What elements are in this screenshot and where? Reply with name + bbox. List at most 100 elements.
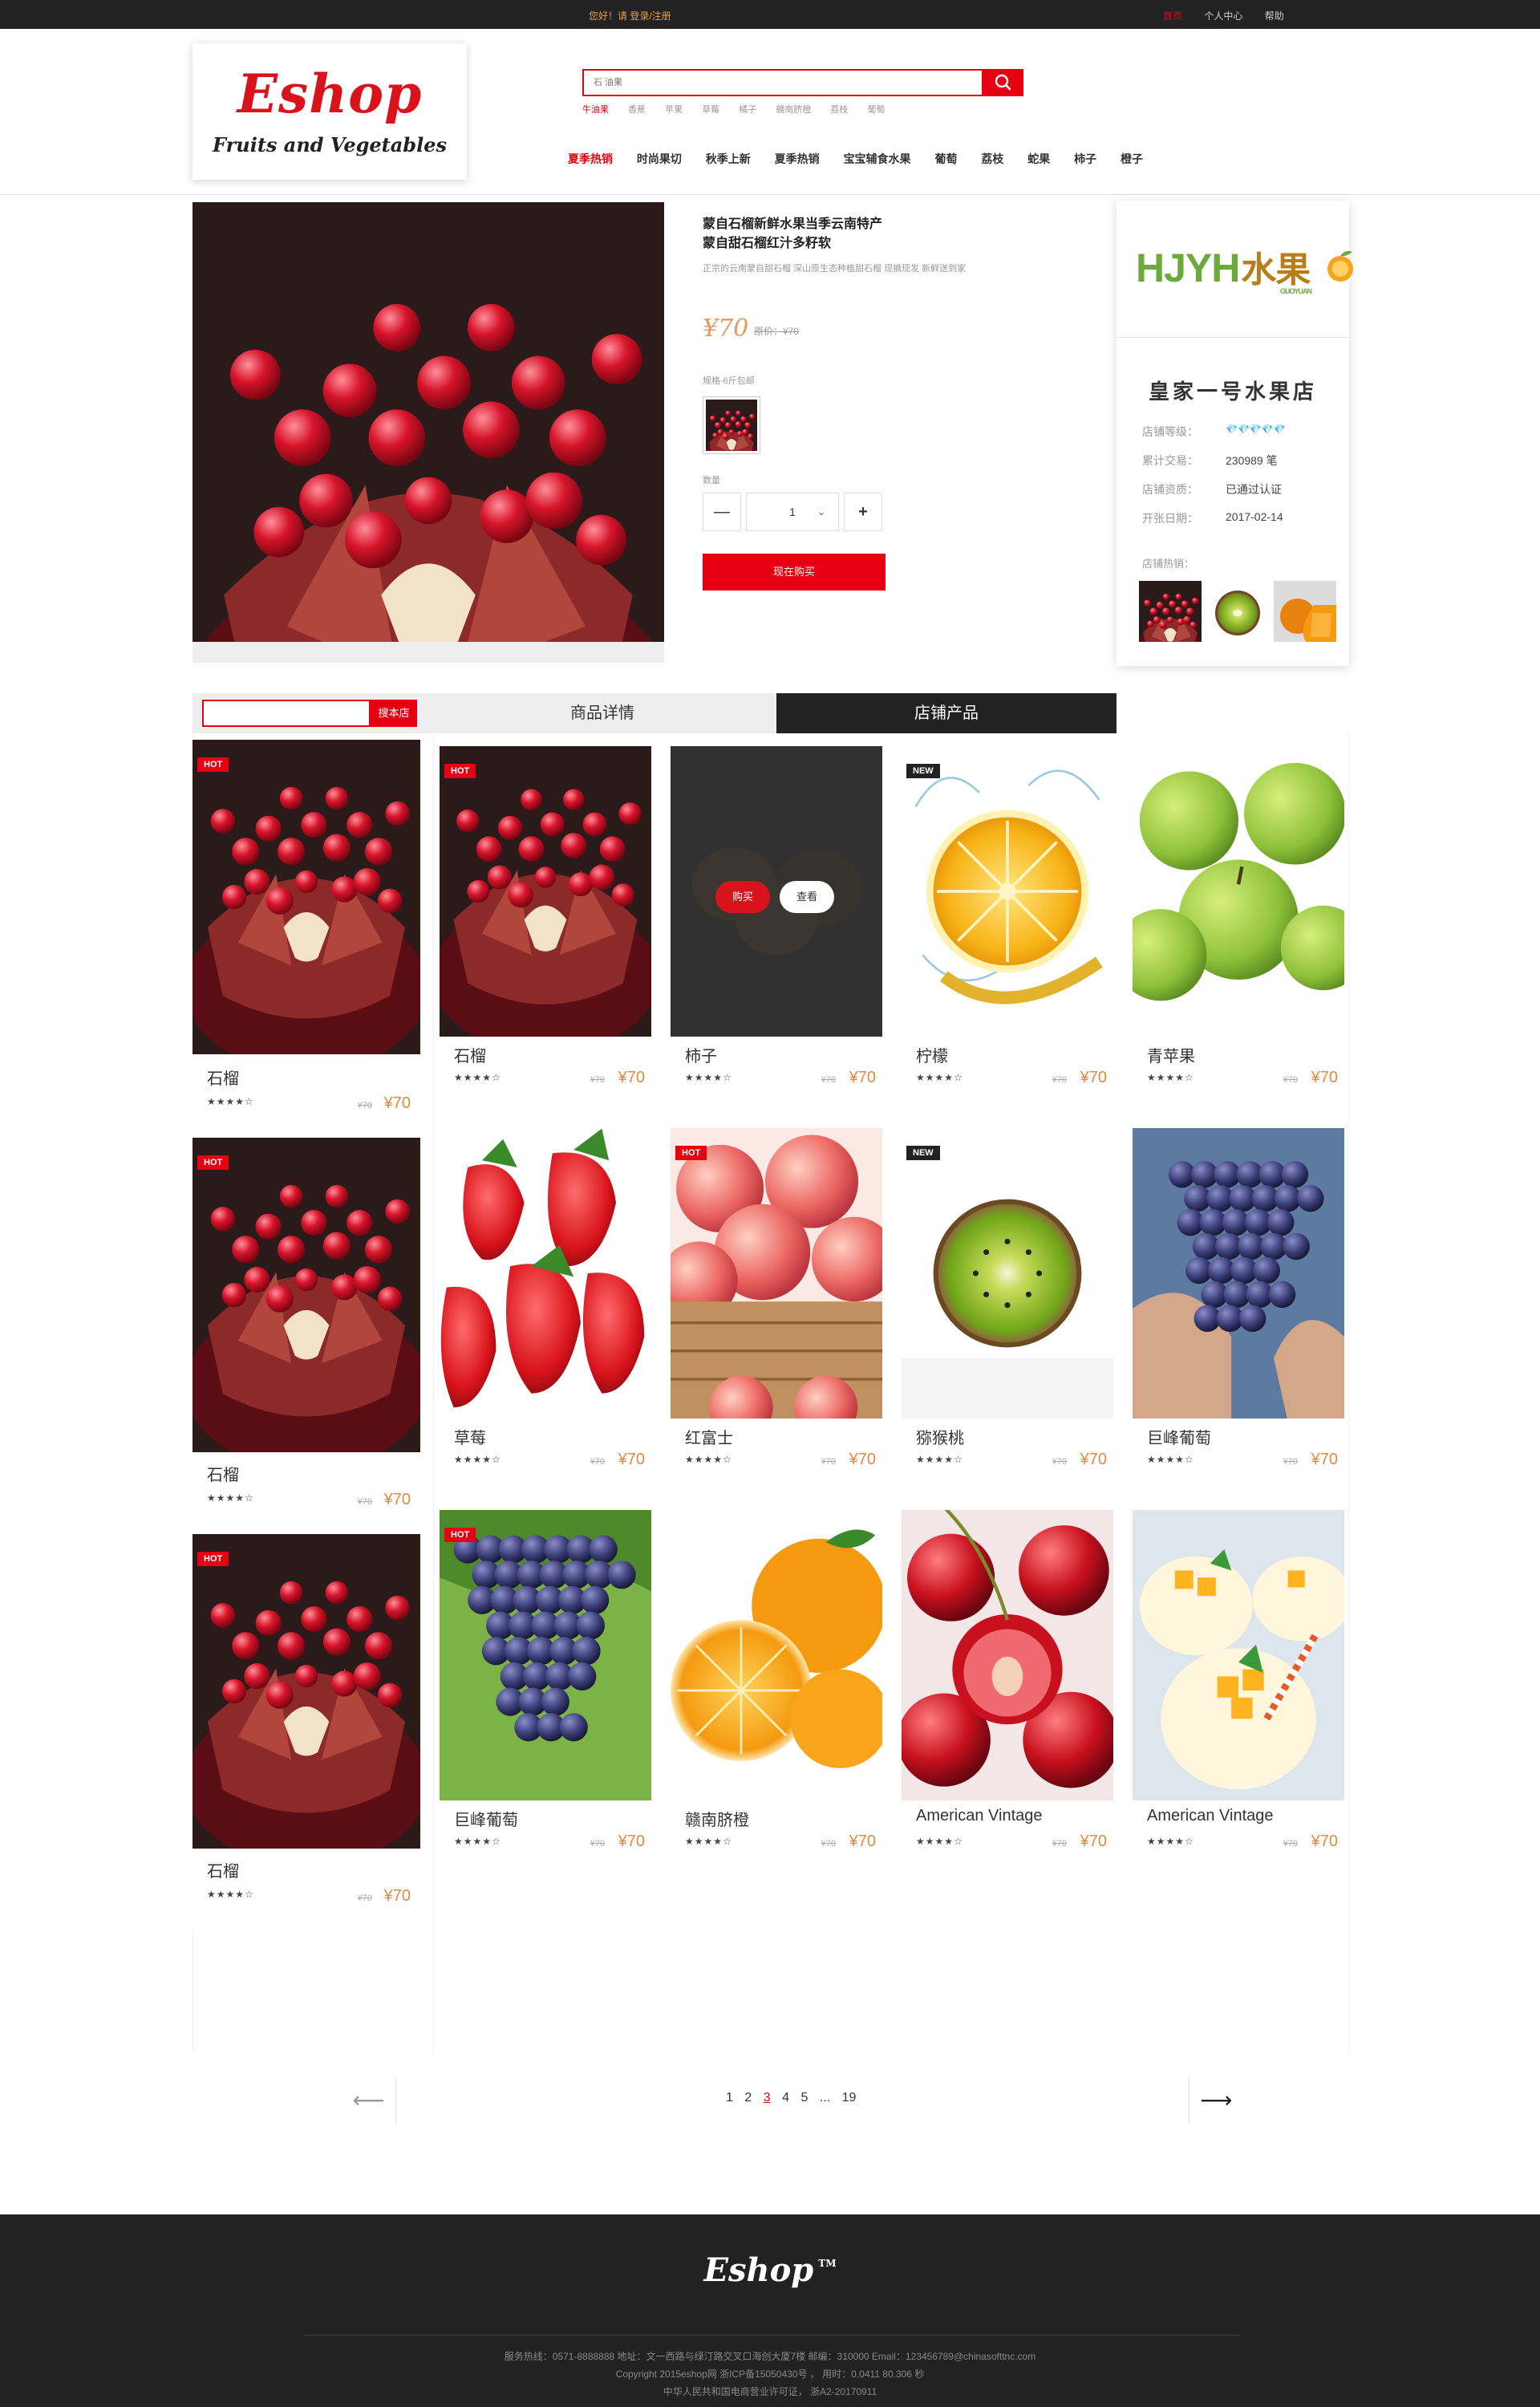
page-link[interactable]: 5 <box>800 2091 808 2105</box>
product-image[interactable] <box>192 740 420 1054</box>
product-name[interactable]: 巨峰葡萄 <box>1147 1425 1211 1448</box>
nav-item[interactable]: 秋季上新 <box>706 152 751 165</box>
product-card[interactable]: NEW 柠檬 ★★★★☆ ¥70 ¥70 <box>902 746 1113 1112</box>
product-card[interactable]: HOT 石榴 ★★★★☆ ¥70 ¥70 <box>192 740 420 1138</box>
product-name[interactable]: 赣南脐橙 <box>685 1807 749 1830</box>
view-button[interactable]: 查看 <box>780 881 834 913</box>
product-card[interactable]: 草莓 ★★★★☆ ¥70 ¥70 <box>440 1128 651 1494</box>
product-card[interactable]: 赣南脐橙 ★★★★☆ ¥70 ¥70 <box>671 1510 882 1876</box>
product-image[interactable] <box>902 1510 1113 1800</box>
product-name[interactable]: 红富士 <box>685 1425 733 1448</box>
product-name[interactable]: 青苹果 <box>1147 1043 1195 1066</box>
page-link[interactable]: 1 <box>726 2091 733 2105</box>
product-card[interactable]: 购买 查看 柿子 ★★★★☆ ¥70 ¥70 <box>671 746 882 1112</box>
hotword[interactable]: 香蕉 <box>628 105 646 115</box>
product-name[interactable]: 柿子 <box>685 1043 717 1066</box>
product-image[interactable] <box>902 1128 1113 1419</box>
product-name[interactable]: 石榴 <box>454 1043 486 1066</box>
nav-item[interactable]: 蛇果 <box>1027 152 1050 165</box>
product-image[interactable] <box>440 746 651 1037</box>
next-page-button[interactable]: ⟶ <box>1189 2078 1243 2123</box>
top-link-home[interactable]: 首页 <box>1163 10 1182 22</box>
tab-shop-products[interactable]: 店铺产品 <box>776 693 1116 733</box>
hotword[interactable]: 牛油果 <box>582 105 609 115</box>
product-card[interactable]: HOT 石榴 ★★★★☆ ¥70 ¥70 <box>192 1138 420 1534</box>
shop-search-input[interactable] <box>202 700 371 727</box>
hotword[interactable]: 赣南脐橙 <box>776 105 811 115</box>
product-image[interactable] <box>1133 1128 1344 1419</box>
shop-hot-thumb[interactable] <box>1274 581 1336 642</box>
product-card[interactable]: HOT 巨峰葡萄 ★★★★☆ ¥70 ¥70 <box>440 1510 651 1876</box>
spec-option-thumbnail[interactable] <box>703 396 760 454</box>
shop-level-row: 店铺等级： 💎💎💎💎💎 <box>1142 424 1286 440</box>
hotword[interactable]: 橘子 <box>739 105 756 115</box>
product-name[interactable]: 柠檬 <box>916 1043 948 1066</box>
nav-item[interactable]: 荔枝 <box>981 152 1003 165</box>
nav-item[interactable]: 柿子 <box>1074 152 1096 165</box>
page-link[interactable]: 19 <box>842 2091 857 2105</box>
product-image[interactable] <box>902 746 1113 1037</box>
nav-item[interactable]: 夏季热销 <box>568 152 613 165</box>
shop-hot-thumb[interactable] <box>1206 581 1269 642</box>
quantity-increase-button[interactable]: + <box>844 493 882 531</box>
search-button[interactable] <box>983 69 1023 96</box>
product-image[interactable] <box>192 1138 420 1452</box>
product-name[interactable]: 巨峰葡萄 <box>454 1807 518 1830</box>
nav-item[interactable]: 时尚果切 <box>637 152 682 165</box>
product-name[interactable]: American Vintage <box>1147 1807 1274 1825</box>
nav-item[interactable]: 夏季热销 <box>775 152 820 165</box>
tab-product-details[interactable]: 商品详情 <box>428 693 776 733</box>
product-image[interactable] <box>671 1510 882 1800</box>
product-image[interactable] <box>1133 1510 1344 1800</box>
product-card[interactable]: 青苹果 ★★★★☆ ¥70 ¥70 <box>1133 746 1344 1112</box>
product-image[interactable] <box>440 1128 651 1419</box>
shop-name[interactable]: 皇家一号水果店 <box>1116 375 1349 405</box>
quantity-select[interactable]: 1 ⌄ <box>746 493 839 531</box>
product-card[interactable]: HOT 石榴 ★★★★☆ ¥70 ¥70 <box>440 746 651 1112</box>
page-link[interactable]: 2 <box>744 2091 752 2105</box>
login-register-link[interactable]: 您好！请 登录/注册 <box>589 9 671 22</box>
product-price: ¥70 <box>383 1094 411 1112</box>
top-link-account[interactable]: 个人中心 <box>1204 10 1242 22</box>
header-divider <box>0 194 1540 195</box>
product-name[interactable]: 石榴 <box>207 1858 239 1881</box>
product-name[interactable]: 猕猴桃 <box>916 1425 964 1448</box>
product-name[interactable]: American Vintage <box>916 1807 1043 1825</box>
product-card[interactable]: NEW 猕猴桃 ★★★★☆ ¥70 ¥70 <box>902 1128 1113 1494</box>
hotword[interactable]: 葡萄 <box>867 105 885 115</box>
product-name[interactable]: 石榴 <box>207 1462 239 1485</box>
product-image[interactable] <box>192 1534 420 1849</box>
product-name[interactable]: 草莓 <box>454 1425 486 1448</box>
hotword[interactable]: 荔枝 <box>830 105 848 115</box>
product-card[interactable]: American Vintage ★★★★☆ ¥70 ¥70 <box>902 1510 1113 1876</box>
rating-stars: ★★★★☆ <box>454 1454 501 1465</box>
product-card[interactable]: American Vintage ★★★★☆ ¥70 ¥70 <box>1133 1510 1344 1876</box>
product-card[interactable]: 巨峰葡萄 ★★★★☆ ¥70 ¥70 <box>1133 1128 1344 1494</box>
site-logo[interactable]: Eshop Fruits and Vegetables <box>192 43 467 180</box>
product-main-image <box>192 202 664 642</box>
buy-button[interactable]: 购买 <box>715 881 770 913</box>
nav-item[interactable]: 宝宝辅食水果 <box>844 152 911 165</box>
product-image[interactable] <box>440 1510 651 1800</box>
buy-now-button[interactable]: 现在购买 <box>703 554 886 591</box>
prev-page-button[interactable]: ⟵ <box>342 2078 396 2123</box>
hotword[interactable]: 苹果 <box>665 105 683 115</box>
product-image[interactable]: 购买 查看 <box>671 746 882 1037</box>
rating-stars: ★★★★☆ <box>1147 1836 1194 1847</box>
product-card[interactable]: HOT 石榴 ★★★★☆ ¥70 ¥70 <box>192 1534 420 1930</box>
shop-search-button[interactable]: 搜本店 <box>371 700 417 727</box>
quantity-decrease-button[interactable]: — <box>703 493 741 531</box>
product-name[interactable]: 石榴 <box>207 1065 239 1089</box>
page-link-current[interactable]: 3 <box>764 2091 771 2105</box>
hotword[interactable]: 草莓 <box>702 105 719 115</box>
product-image[interactable] <box>671 1128 882 1419</box>
page-link[interactable]: 4 <box>782 2091 789 2105</box>
shop-hot-thumb[interactable] <box>1139 581 1202 642</box>
product-image[interactable] <box>1133 746 1344 1037</box>
shop-logo[interactable]: HJYH水果 GUOYUAN <box>1136 241 1353 295</box>
nav-item[interactable]: 葡萄 <box>934 152 957 165</box>
top-link-help[interactable]: 帮助 <box>1265 10 1284 22</box>
search-input[interactable] <box>584 71 982 95</box>
nav-item[interactable]: 橙子 <box>1121 152 1143 165</box>
product-card[interactable]: HOT 红富士 ★★★★☆ ¥70 ¥70 <box>671 1128 882 1494</box>
